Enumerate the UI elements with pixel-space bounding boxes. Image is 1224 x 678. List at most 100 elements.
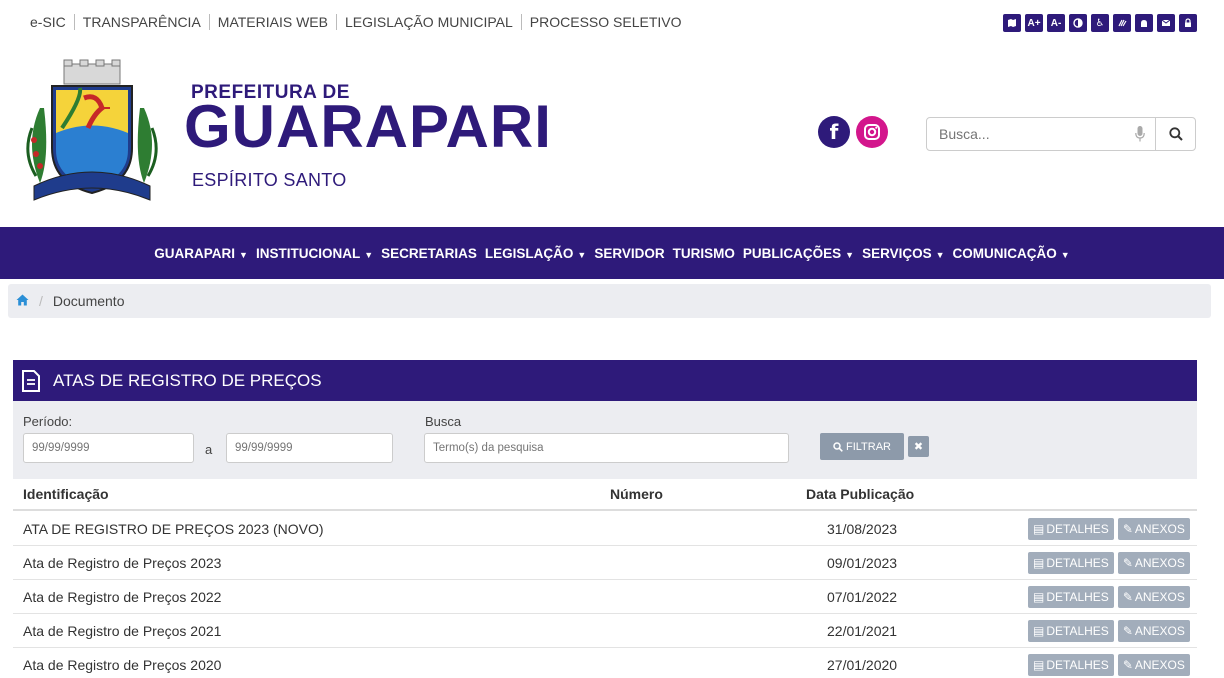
utility-links: e-SIC TRANSPARÊNCIA MATERIAIS WEB LEGISL…: [30, 14, 690, 30]
details-button[interactable]: ▤ DETALHES: [1028, 654, 1114, 676]
details-button[interactable]: ▤ DETALHES: [1028, 518, 1114, 540]
details-button[interactable]: ▤ DETALHES: [1028, 620, 1114, 642]
table-row: Ata de Registro de Preços 2022 07/01/202…: [13, 580, 1197, 614]
paperclip-icon: ✎: [1122, 556, 1133, 570]
period-label: Período:: [23, 414, 73, 429]
font-increase-icon[interactable]: A+: [1025, 14, 1043, 32]
search-icon: [833, 441, 843, 452]
close-icon: ✖: [913, 441, 924, 453]
date-from-input[interactable]: [23, 433, 194, 463]
row-date: 07/01/2022: [827, 589, 898, 605]
caret-down-icon: ▼: [935, 249, 945, 260]
table-row: Ata de Registro de Preços 2020 27/01/202…: [13, 648, 1197, 678]
row-date: 31/08/2023: [827, 521, 898, 537]
nav-servicos[interactable]: SERVIÇOS ▼: [858, 246, 948, 261]
main-nav: GUARAPARI ▼ INSTITUCIONAL ▼ SECRETARIAS LE…: [0, 227, 1224, 279]
link-esic[interactable]: e-SIC: [30, 14, 74, 30]
caret-down-icon: ▼: [577, 249, 587, 260]
clear-filter-button[interactable]: ✖: [908, 436, 929, 457]
libras-icon[interactable]: [1135, 14, 1153, 32]
caret-down-icon: ▼: [845, 249, 855, 260]
font-decrease-icon[interactable]: A-: [1047, 14, 1065, 32]
nav-legislacao[interactable]: LEGISLAÇÃO ▼: [481, 246, 590, 261]
row-date: 27/01/2020: [827, 657, 898, 673]
paperclip-icon: ✎: [1122, 658, 1133, 672]
filter-button[interactable]: FILTRAR: [820, 433, 904, 460]
row-date: 09/01/2023: [827, 555, 898, 571]
facebook-icon[interactable]: f: [818, 116, 850, 148]
nav-publicacoes[interactable]: PUBLICAÇÕES ▼: [739, 246, 858, 261]
paperclip-icon: ✎: [1122, 590, 1133, 604]
nav-secretarias[interactable]: SECRETARIAS: [377, 246, 481, 261]
attachments-button[interactable]: ✎ ANEXOS: [1117, 586, 1190, 608]
attachments-button[interactable]: ✎ ANEXOS: [1117, 654, 1190, 676]
file-icon: ▤: [1033, 658, 1045, 672]
lock-icon[interactable]: [1179, 14, 1197, 32]
link-transparencia[interactable]: TRANSPARÊNCIA: [73, 14, 209, 30]
panel-title: ATAS DE REGISTRO DE PREÇOS: [53, 370, 322, 390]
contrast-icon[interactable]: [1069, 14, 1087, 32]
map-icon[interactable]: [1003, 14, 1021, 32]
paperclip-icon: ✎: [1122, 624, 1133, 638]
row-actions: ▤ DETALHES ✎ ANEXOS: [1028, 620, 1190, 642]
date-to-input[interactable]: [226, 433, 393, 463]
file-icon: ▤: [1033, 590, 1045, 604]
row-actions: ▤ DETALHES ✎ ANEXOS: [1028, 654, 1190, 676]
caret-down-icon: ▼: [239, 249, 248, 260]
file-icon: ▤: [1033, 522, 1045, 536]
document-icon: [22, 369, 40, 392]
file-icon: ▤: [1033, 556, 1045, 570]
row-identification[interactable]: Ata de Registro de Preços 2022: [23, 589, 221, 605]
caret-down-icon: ▼: [364, 249, 374, 260]
row-actions: ▤ DETALHES ✎ ANEXOS: [1028, 586, 1190, 608]
link-materiais-web[interactable]: MATERIAIS WEB: [208, 14, 336, 30]
table-row: ATA DE REGISTRO DE PREÇOS 2023 (NOVO) 31…: [13, 512, 1197, 546]
row-identification[interactable]: Ata de Registro de Preços 2021: [23, 623, 221, 639]
row-date: 22/01/2021: [827, 623, 898, 639]
search-button[interactable]: [1155, 118, 1195, 150]
breadcrumb-current: Documento: [52, 293, 125, 309]
col-numero: Número: [610, 486, 663, 502]
table-row: Ata de Registro de Preços 2023 09/01/202…: [13, 546, 1197, 580]
breadcrumb-separator: /: [39, 293, 43, 309]
brand-state: ESPÍRITO SANTO: [192, 170, 347, 190]
table-row: Ata de Registro de Preços 2021 22/01/202…: [13, 614, 1197, 648]
brand-name[interactable]: GUARAPARI: [184, 92, 552, 161]
site-search: [926, 117, 1196, 151]
breadcrumb: / Documento: [8, 284, 1211, 318]
social-links: f: [818, 116, 888, 148]
caret-down-icon: ▼: [1060, 249, 1070, 260]
attachments-button[interactable]: ✎ ANEXOS: [1117, 518, 1190, 540]
nav-comunicacao[interactable]: COMUNICAÇÃO ▼: [949, 246, 1074, 261]
accessibility-toolbar: A+ A- ♿: [1003, 14, 1197, 32]
microphone-icon[interactable]: [1126, 118, 1156, 150]
instagram-icon[interactable]: [856, 116, 888, 148]
city-crest-logo[interactable]: [22, 58, 162, 208]
row-identification[interactable]: ATA DE REGISTRO DE PREÇOS 2023 (NOVO): [23, 521, 324, 537]
link-processo-seletivo[interactable]: PROCESSO SELETIVO: [520, 14, 690, 30]
row-identification[interactable]: Ata de Registro de Preços 2020: [23, 657, 221, 673]
table-header: Identificação Número Data Publicação: [13, 479, 1197, 511]
nav-guarapari[interactable]: GUARAPARI ▼: [150, 246, 252, 261]
hand-signs-icon[interactable]: [1113, 14, 1131, 32]
home-icon[interactable]: [16, 293, 29, 309]
attachments-button[interactable]: ✎ ANEXOS: [1117, 620, 1190, 642]
term-search-input[interactable]: [424, 433, 789, 463]
wheelchair-icon[interactable]: ♿: [1091, 14, 1109, 32]
row-actions: ▤ DETALHES ✎ ANEXOS: [1028, 552, 1190, 574]
nav-servidor[interactable]: SERVIDOR: [590, 246, 668, 261]
nav-institucional[interactable]: INSTITUCIONAL ▼: [252, 246, 377, 261]
row-identification[interactable]: Ata de Registro de Preços 2023: [23, 555, 221, 571]
date-range-separator: a: [205, 442, 213, 457]
details-button[interactable]: ▤ DETALHES: [1028, 552, 1114, 574]
file-icon: ▤: [1033, 624, 1045, 638]
attachments-button[interactable]: ✎ ANEXOS: [1117, 552, 1190, 574]
col-identificacao: Identificação: [23, 486, 109, 502]
paperclip-icon: ✎: [1122, 522, 1133, 536]
email-icon[interactable]: [1157, 14, 1175, 32]
filter-bar: Período: a Busca FILTRAR ✖: [13, 401, 1197, 479]
details-button[interactable]: ▤ DETALHES: [1028, 586, 1114, 608]
nav-turismo[interactable]: TURISMO: [669, 246, 739, 261]
search-input[interactable]: [927, 118, 1126, 150]
link-legislacao-municipal[interactable]: LEGISLAÇÃO MUNICIPAL: [335, 14, 521, 30]
